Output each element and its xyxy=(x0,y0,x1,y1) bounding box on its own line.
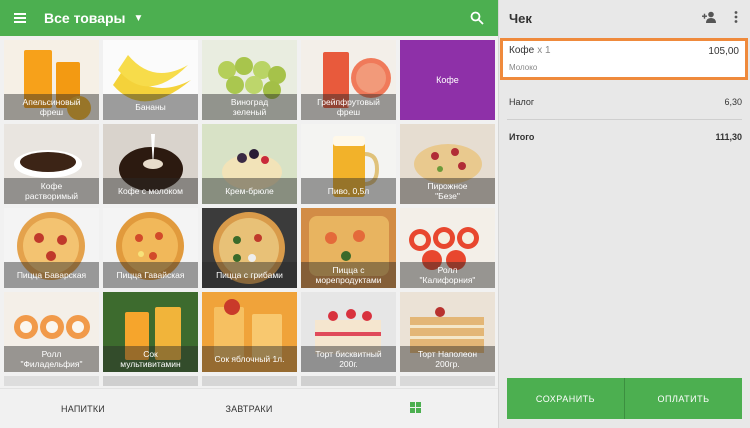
pay-button[interactable]: ОПЛАТИТЬ xyxy=(624,378,742,419)
product-label: Виноград зеленый xyxy=(202,94,297,120)
product-tile[interactable] xyxy=(103,376,198,386)
top-bar: Все товары ▼ xyxy=(0,0,498,36)
product-label: Бананы xyxy=(103,94,198,120)
item-quantity: x 1 xyxy=(537,45,551,56)
tab-all[interactable] xyxy=(332,402,498,415)
item-modifier: Молоко xyxy=(509,63,538,72)
category-title: Все товары xyxy=(44,10,126,26)
product-tile[interactable]: Ролл "Филадельфия" xyxy=(4,292,99,372)
product-tile[interactable]: Торт бисквитный 200г. xyxy=(301,292,396,372)
menu-icon[interactable] xyxy=(0,0,40,36)
category-tabs: НАПИТКИ ЗАВТРАКИ xyxy=(0,388,498,428)
product-label: Торт Наполеон 200гр. xyxy=(400,346,495,372)
product-tile[interactable]: Пицца с морепродуктами xyxy=(301,208,396,288)
receipt-header: Чек xyxy=(499,0,750,36)
grid-icon xyxy=(409,402,421,413)
product-label: Ролл "Филадельфия" xyxy=(4,346,99,372)
product-tile[interactable] xyxy=(4,376,99,386)
tab-drinks[interactable]: НАПИТКИ xyxy=(0,404,166,414)
product-label: Крем-брюле xyxy=(202,178,297,204)
product-label: Пиво, 0,5л xyxy=(301,178,396,204)
caret-down-icon: ▼ xyxy=(133,12,144,24)
product-tile[interactable]: Грейпфрутовый фреш xyxy=(301,40,396,120)
product-tile[interactable] xyxy=(202,376,297,386)
product-label: Пицца с грибами xyxy=(202,262,297,288)
add-person-icon[interactable] xyxy=(702,11,716,23)
product-label: Пицца Баварская xyxy=(4,262,99,288)
product-tile[interactable]: Сок яблочный 1л. xyxy=(202,292,297,372)
product-label: Ролл "Калифорния" xyxy=(400,262,495,288)
product-label: Кофе xyxy=(436,75,459,85)
item-price: 105,00 xyxy=(708,46,739,57)
product-tile[interactable]: Бананы xyxy=(103,40,198,120)
product-tile[interactable] xyxy=(400,376,495,386)
product-label: Пицца Гавайская xyxy=(103,262,198,288)
product-tile[interactable]: Апельсиновый фреш xyxy=(4,40,99,120)
product-tile[interactable]: Пицца Баварская xyxy=(4,208,99,288)
tax-row: Налог 6,30 xyxy=(509,97,742,107)
total-value: 111,30 xyxy=(715,132,742,142)
product-tile[interactable]: Пицца с грибами xyxy=(202,208,297,288)
product-tile[interactable]: Пиво, 0,5л xyxy=(301,124,396,204)
product-label: Сок яблочный 1л. xyxy=(202,346,297,372)
product-label: Сок мультивитамин xyxy=(103,346,198,372)
product-label: Пирожное "Безе" xyxy=(400,178,495,204)
receipt-line-item[interactable]: Кофе x 1 105,00 Молоко xyxy=(500,38,748,80)
product-tile-coffee[interactable]: Кофе xyxy=(400,40,495,120)
product-label: Кофе с молоком xyxy=(103,178,198,204)
product-tile[interactable]: Виноград зеленый xyxy=(202,40,297,120)
product-label: Грейпфрутовый фреш xyxy=(301,94,396,120)
receipt-title: Чек xyxy=(509,10,532,26)
item-name: Кофе xyxy=(509,45,535,56)
product-tile[interactable] xyxy=(301,376,396,386)
product-label: Торт бисквитный 200г. xyxy=(301,346,396,372)
more-vertical-icon[interactable] xyxy=(734,11,738,23)
product-tile[interactable]: Сок мультивитамин xyxy=(103,292,198,372)
product-tile[interactable]: Пицца Гавайская xyxy=(103,208,198,288)
product-grid: Апельсиновый фреш Бананы Виноград зелены… xyxy=(4,40,498,386)
product-tile[interactable]: Торт Наполеон 200гр. xyxy=(400,292,495,372)
product-label: Апельсиновый фреш xyxy=(4,94,99,120)
product-label: Пицца с морепродуктами xyxy=(301,262,396,288)
total-row: Итого 111,30 xyxy=(509,132,742,142)
category-dropdown[interactable]: Все товары ▼ xyxy=(44,10,143,26)
tax-value: 6,30 xyxy=(724,97,742,107)
total-label: Итого xyxy=(509,132,535,142)
product-tile[interactable]: Ролл "Калифорния" xyxy=(400,208,495,288)
tab-breakfast[interactable]: ЗАВТРАКИ xyxy=(166,404,332,414)
search-icon[interactable] xyxy=(470,11,484,25)
product-tile[interactable]: Крем-брюле xyxy=(202,124,297,204)
save-button[interactable]: СОХРАНИТЬ xyxy=(507,378,624,419)
receipt-panel: Чек Кофе x 1 105,00 Молоко Налог 6,30 Ито… xyxy=(498,0,750,428)
product-label: Кофе растворимый xyxy=(4,178,99,204)
product-tile[interactable]: Кофе с молоком xyxy=(103,124,198,204)
product-tile[interactable]: Пирожное "Безе" xyxy=(400,124,495,204)
product-panel: Все товары ▼ Апельсиновый фреш Бананы Ви… xyxy=(0,0,498,428)
receipt-actions: СОХРАНИТЬ ОПЛАТИТЬ xyxy=(507,378,742,419)
product-tile[interactable]: Кофе растворимый xyxy=(4,124,99,204)
divider xyxy=(507,119,742,120)
item-title: Кофе x 1 xyxy=(509,45,739,56)
tax-label: Налог xyxy=(509,97,535,107)
